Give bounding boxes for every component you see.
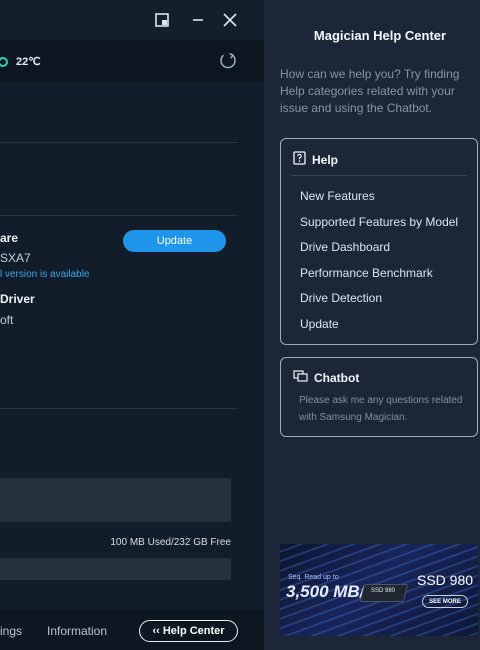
help-center-title: Magician Help Center <box>313 28 447 43</box>
chatbot-card-title: Chatbot <box>314 371 360 385</box>
help-center-button[interactable]: ‹‹ Help Center <box>139 620 238 642</box>
restore-window-icon[interactable] <box>150 8 174 32</box>
chatbot-card[interactable]: Chatbot Please ask me any questions rela… <box>280 357 478 437</box>
minimize-icon[interactable] <box>186 8 210 32</box>
ssd-product-label: SSD 980 <box>371 588 396 594</box>
help-link-list: New Features Supported Features by Model… <box>300 189 458 342</box>
divider <box>0 408 238 409</box>
close-icon[interactable] <box>218 8 242 32</box>
see-more-button[interactable]: SEE MORE <box>422 595 468 608</box>
divider <box>0 142 238 143</box>
help-link-update[interactable]: Update <box>300 317 458 343</box>
help-link-new-features[interactable]: New Features <box>300 189 458 215</box>
help-card: Help New Features Supported Features by … <box>280 138 478 345</box>
firmware-update-note: l version is available <box>0 269 90 280</box>
nav-information[interactable]: Information <box>47 624 107 638</box>
firmware-version: SXA7 <box>0 251 31 265</box>
chat-bubble-icon <box>293 370 308 386</box>
firmware-title: are <box>0 231 19 245</box>
help-link-drive-dashboard[interactable]: Drive Dashboard <box>300 240 458 266</box>
driver-value: oft <box>0 313 14 327</box>
help-center-intro: How can we help you? Try finding Help ca… <box>280 67 460 115</box>
divider <box>0 215 238 216</box>
storage-usage-bar <box>0 478 231 522</box>
magician-main-panel <box>0 0 264 650</box>
refresh-icon[interactable] <box>218 51 238 71</box>
storage-bar <box>0 558 231 580</box>
chatbot-card-header: Chatbot <box>293 370 359 386</box>
promo-small-text: Seq. Read up to <box>288 574 339 581</box>
temperature-value: 22℃ <box>16 56 41 68</box>
divider <box>291 175 467 176</box>
help-link-performance-benchmark[interactable]: Performance Benchmark <box>300 266 458 292</box>
nav-settings[interactable]: ings <box>0 624 22 638</box>
help-card-header: Help <box>293 151 338 168</box>
promo-brand: SSD 980 <box>417 572 474 588</box>
ssd-promo-banner[interactable]: Seq. Read up to 3,500 MB/s SSD 980 SSD 9… <box>280 544 478 636</box>
driver-title: Driver <box>0 292 35 306</box>
help-link-supported-features[interactable]: Supported Features by Model <box>300 215 458 241</box>
help-card-title: Help <box>312 152 339 167</box>
firmware-update-button[interactable]: Update <box>123 230 226 252</box>
book-question-icon <box>293 151 306 168</box>
storage-usage-text: 100 MB Used/232 GB Free <box>110 537 231 548</box>
chatbot-card-text: Please ask me any questions related with… <box>299 395 463 423</box>
help-link-drive-detection[interactable]: Drive Detection <box>300 291 458 317</box>
